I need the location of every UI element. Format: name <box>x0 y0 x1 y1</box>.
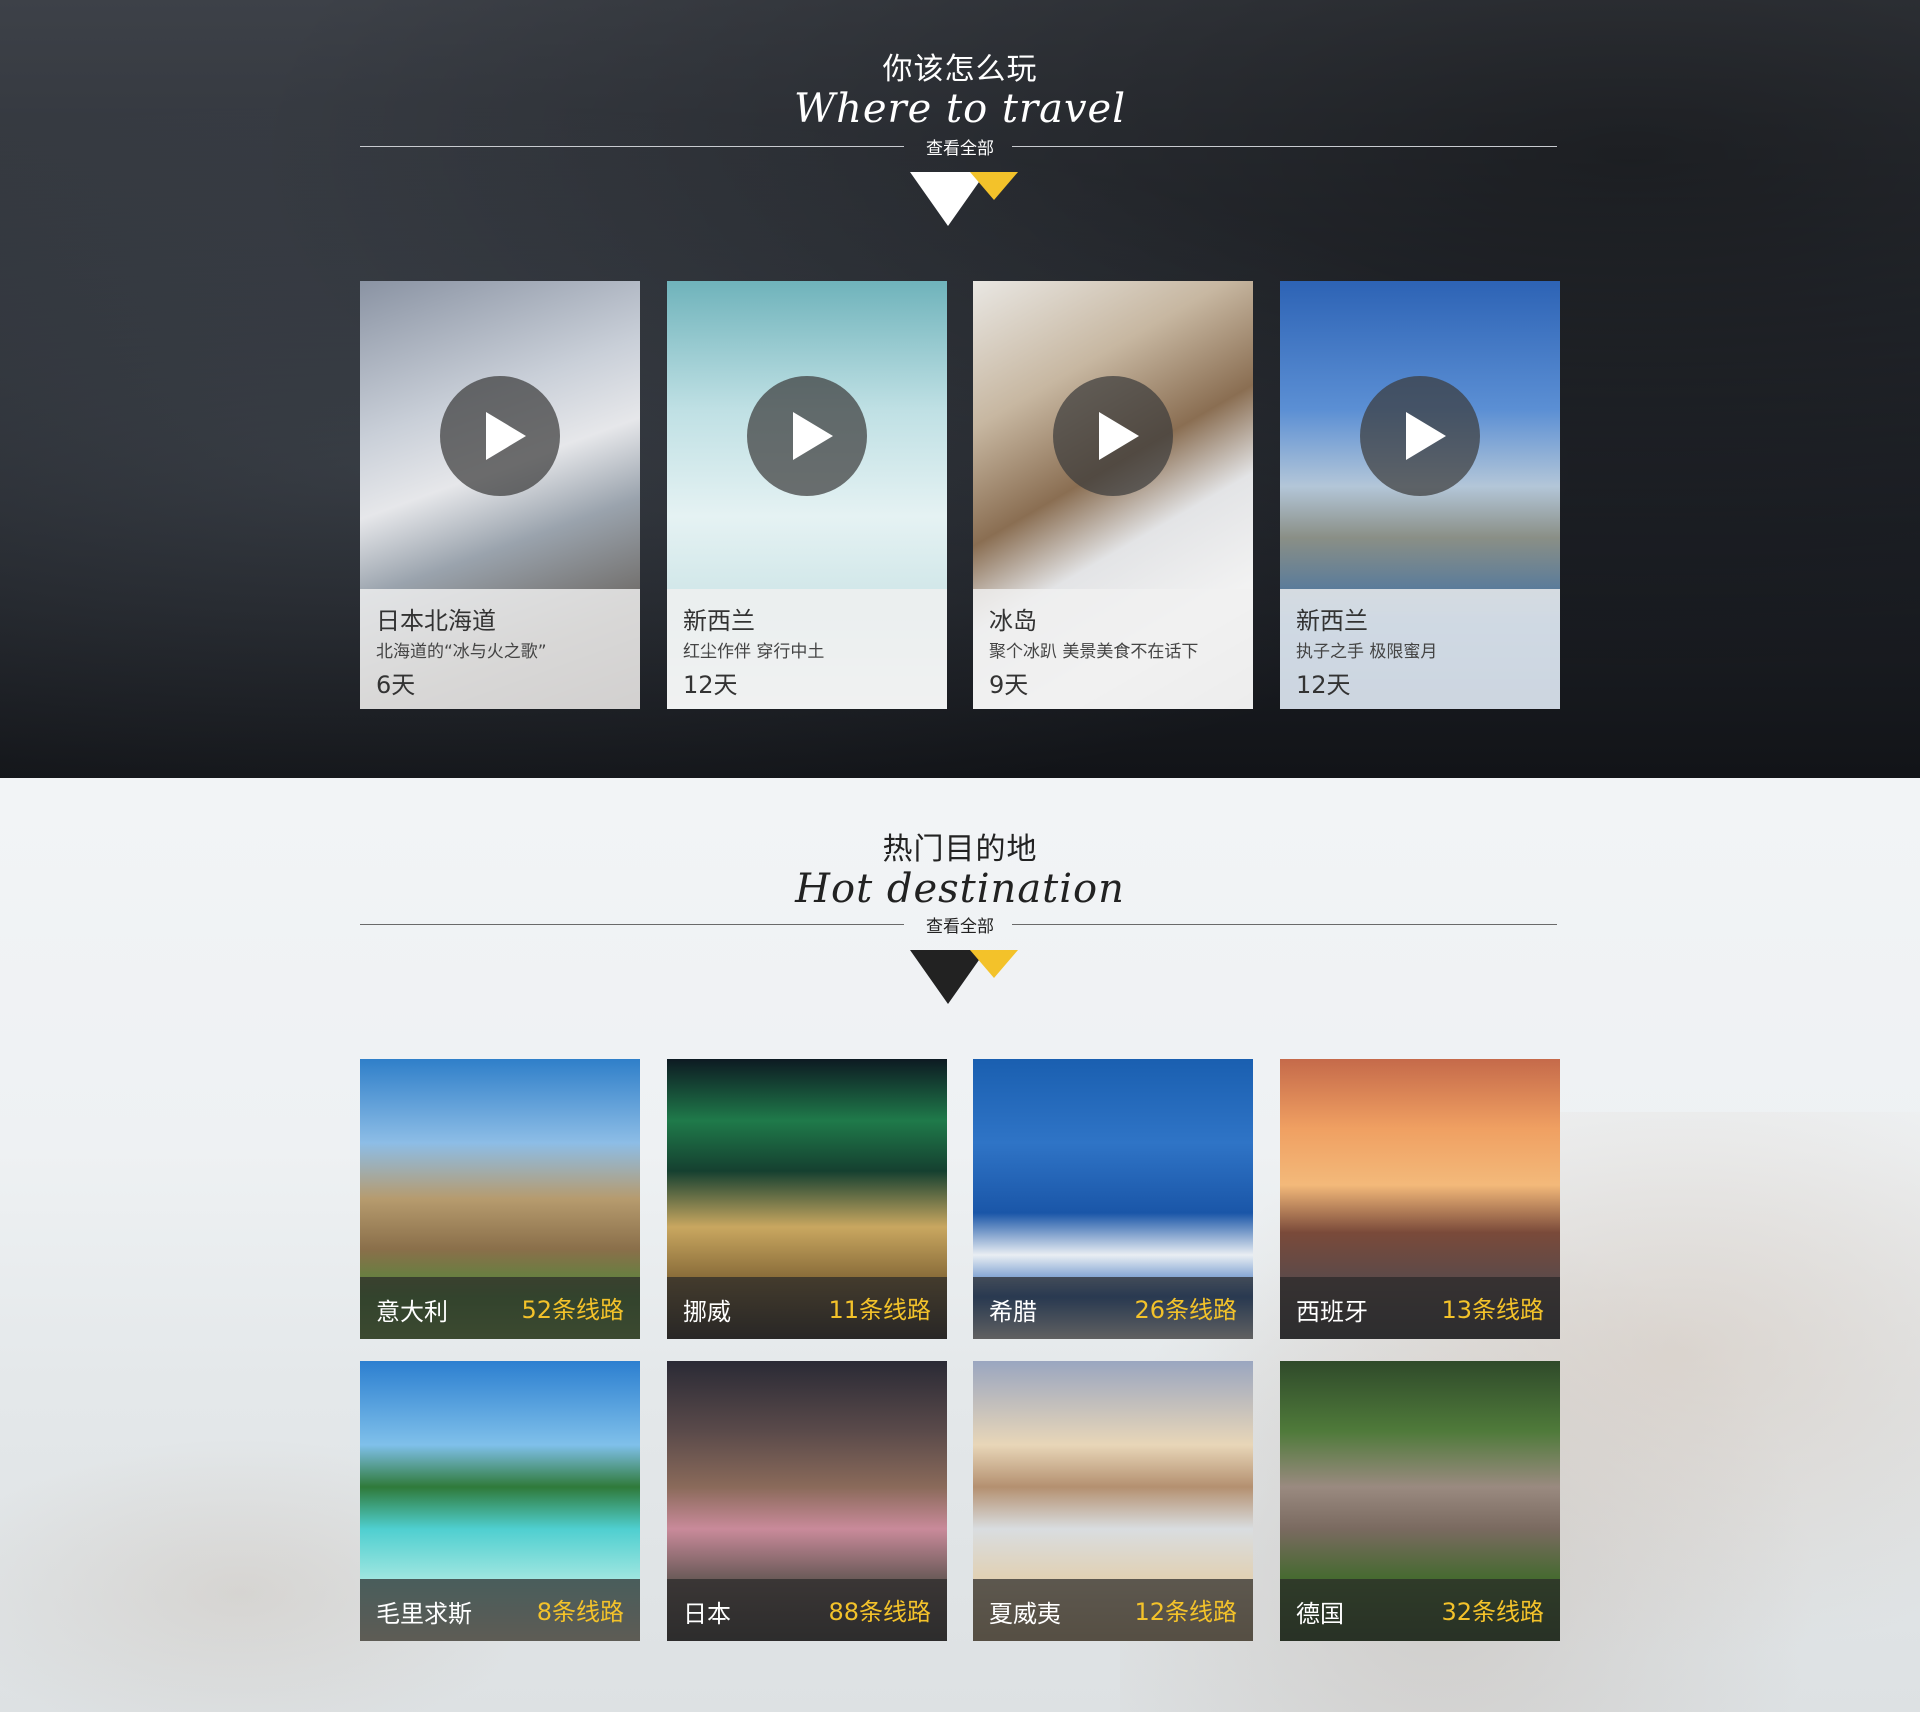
video-card[interactable]: 冰岛 聚个冰趴 美景美食不在话下 9天 <box>973 281 1253 709</box>
destination-country: 意大利 <box>376 1298 448 1326</box>
destination-bar: 德国 32条线路 <box>1280 1579 1560 1641</box>
destination-bar: 毛里求斯 8条线路 <box>360 1579 640 1641</box>
view-all-link[interactable]: 查看全部 <box>0 912 1920 937</box>
destination-bar: 日本 88条线路 <box>667 1579 947 1641</box>
card-days: 12天 <box>1296 671 1351 699</box>
card-days: 6天 <box>376 671 416 699</box>
card-days: 12天 <box>683 671 738 699</box>
card-title: 新西兰 <box>683 607 755 635</box>
triangle-marker-icon <box>910 172 1018 226</box>
card-title: 新西兰 <box>1296 607 1368 635</box>
card-description: 聚个冰趴 美景美食不在话下 <box>989 642 1199 662</box>
card-info: 日本北海道 北海道的“冰与火之歌” 6天 <box>360 589 640 709</box>
destination-country: 毛里求斯 <box>376 1600 472 1628</box>
destination-routes: 8条线路 <box>536 1598 624 1626</box>
video-card[interactable]: 日本北海道 北海道的“冰与火之歌” 6天 <box>360 281 640 709</box>
destination-country: 夏威夷 <box>989 1600 1061 1628</box>
destination-tile[interactable]: 意大利 52条线路 <box>360 1059 640 1339</box>
play-button[interactable] <box>747 376 867 496</box>
destination-country: 希腊 <box>989 1298 1037 1326</box>
destination-bar: 夏威夷 12条线路 <box>973 1579 1253 1641</box>
destination-country: 西班牙 <box>1296 1298 1368 1326</box>
destination-bar: 西班牙 13条线路 <box>1280 1277 1560 1339</box>
video-card[interactable]: 新西兰 执子之手 极限蜜月 12天 <box>1280 281 1560 709</box>
destination-routes: 26条线路 <box>1134 1296 1237 1324</box>
hot-destination-section: 热门目的地 Hot destination 查看全部 意大利 52条线路 挪威 … <box>0 778 1920 1712</box>
section-title-en: Hot destination <box>795 866 1125 912</box>
destination-bar: 挪威 11条线路 <box>667 1277 947 1339</box>
destination-tile[interactable]: 希腊 26条线路 <box>973 1059 1253 1339</box>
section-heading: 你该怎么玩 Where to travel <box>0 44 1920 132</box>
card-description: 红尘作伴 穿行中土 <box>683 642 825 662</box>
play-button[interactable] <box>440 376 560 496</box>
destination-tile[interactable]: 德国 32条线路 <box>1280 1361 1560 1641</box>
destination-tile[interactable]: 日本 88条线路 <box>667 1361 947 1641</box>
destination-routes: 13条线路 <box>1441 1296 1544 1324</box>
play-button[interactable] <box>1360 376 1480 496</box>
destination-country: 日本 <box>683 1600 731 1628</box>
play-icon <box>486 412 526 460</box>
card-info: 新西兰 红尘作伴 穿行中土 12天 <box>667 589 947 709</box>
destination-routes: 52条线路 <box>521 1296 624 1324</box>
play-icon <box>1406 412 1446 460</box>
destination-routes: 11条线路 <box>828 1296 931 1324</box>
destination-country: 德国 <box>1296 1600 1344 1628</box>
card-days: 9天 <box>989 671 1029 699</box>
section-title-cn: 热门目的地 <box>882 832 1038 867</box>
card-title: 日本北海道 <box>376 607 496 635</box>
destination-country: 挪威 <box>683 1298 731 1326</box>
card-description: 北海道的“冰与火之歌” <box>376 642 547 662</box>
destination-bar: 意大利 52条线路 <box>360 1277 640 1339</box>
destination-bar: 希腊 26条线路 <box>973 1277 1253 1339</box>
destination-routes: 88条线路 <box>828 1598 931 1626</box>
card-info: 新西兰 执子之手 极限蜜月 12天 <box>1280 589 1560 709</box>
destination-tile[interactable]: 毛里求斯 8条线路 <box>360 1361 640 1641</box>
triangle-marker-icon <box>910 950 1018 1004</box>
card-description: 执子之手 极限蜜月 <box>1296 642 1438 662</box>
destination-tile[interactable]: 西班牙 13条线路 <box>1280 1059 1560 1339</box>
play-icon <box>793 412 833 460</box>
where-to-travel-section: 你该怎么玩 Where to travel 查看全部 日本北海道 北海道的“冰与… <box>0 0 1920 778</box>
card-info: 冰岛 聚个冰趴 美景美食不在话下 9天 <box>973 589 1253 709</box>
section-heading: 热门目的地 Hot destination <box>0 824 1920 912</box>
section-title-en: Where to travel <box>793 86 1127 132</box>
play-icon <box>1099 412 1139 460</box>
play-button[interactable] <box>1053 376 1173 496</box>
destination-tile[interactable]: 夏威夷 12条线路 <box>973 1361 1253 1641</box>
section-title-cn: 你该怎么玩 <box>882 52 1038 87</box>
destination-tile[interactable]: 挪威 11条线路 <box>667 1059 947 1339</box>
video-card[interactable]: 新西兰 红尘作伴 穿行中土 12天 <box>667 281 947 709</box>
card-title: 冰岛 <box>989 607 1037 635</box>
view-all-link[interactable]: 查看全部 <box>0 134 1920 159</box>
destination-routes: 32条线路 <box>1441 1598 1544 1626</box>
destination-routes: 12条线路 <box>1134 1598 1237 1626</box>
